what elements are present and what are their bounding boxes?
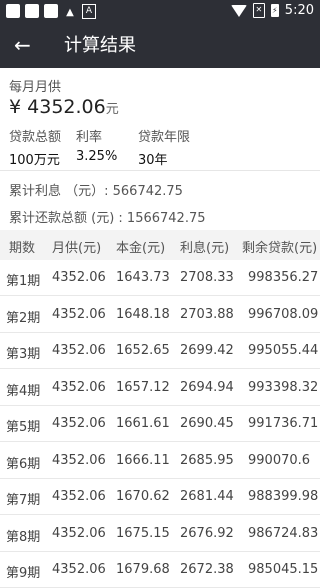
monthly-payment-value: ¥ 4352.06元 [9,96,119,118]
row-remaining: 985045.15 [248,562,319,577]
row-monthly: 4352.06 [52,306,106,322]
page-title: 计算结果 [64,35,136,56]
battery-charging-icon: ⚡ [270,4,279,17]
row-remaining: 988399.98 [248,489,319,504]
rate-label: 利率 [76,130,103,145]
row-period: 第8期 [6,529,41,545]
row-interest: 2685.95 [180,452,234,468]
row-principal: 1661.61 [116,416,170,431]
loan-years-label: 贷款年限 [138,130,191,145]
header-remaining: 剩余贷款(元) [242,241,318,256]
font-icon: A [82,4,96,19]
header-monthly: 月供(元) [52,241,102,256]
row-remaining: 998356.27 [248,270,319,285]
row-remaining: 996708.09 [248,306,319,322]
row-interest: 2699.42 [180,343,234,358]
notification-icons: ▲ A [6,4,96,19]
table-row: 第3期 4352.06 1652.65 2699.42 995055.44 [0,333,320,369]
row-principal: 1679.68 [116,562,170,577]
row-monthly: 4352.06 [52,343,106,358]
row-period: 第7期 [6,493,41,508]
row-monthly: 4352.06 [52,379,106,395]
row-principal: 1657.12 [116,379,170,395]
row-principal: 1666.11 [116,452,170,468]
table-row: 第5期 4352.06 1661.61 2690.45 991736.71 [0,406,320,442]
row-remaining: 993398.32 [248,379,319,395]
back-arrow-icon[interactable]: ← [14,34,31,56]
table-row: 第4期 4352.06 1657.12 2694.94 993398.32 [0,370,320,406]
table-row: 第8期 4352.06 1675.15 2676.92 986724.83 [0,516,320,552]
row-monthly: 4352.06 [52,270,106,285]
header-principal: 本金(元) [116,241,166,256]
row-principal: 1643.73 [116,270,170,285]
row-interest: 2676.92 [180,525,234,541]
row-principal: 1675.15 [116,525,170,541]
status-bar: ▲ A ✕ ⚡ 5:20 [0,0,320,24]
row-period: 第1期 [6,274,41,289]
row-interest: 2703.88 [180,306,234,322]
row-remaining: 991736.71 [248,416,319,431]
total-repayment: 累计还款总额 (元) : 1566742.75 [9,211,206,226]
monthly-payment-label: 每月月供 [9,80,62,95]
row-principal: 1652.65 [116,343,170,358]
row-remaining: 986724.83 [248,525,319,541]
loan-total-value: 100万元 [9,153,60,168]
notification-icon [6,4,20,18]
monthly-payment-unit: 元 [105,102,119,117]
table-row: 第1期 4352.06 1643.73 2708.33 998356.27 [0,260,320,296]
row-monthly: 4352.06 [52,489,106,504]
notification-icon [25,4,39,18]
image-icon: ▲ [66,7,74,18]
notification-icon [44,4,58,18]
loan-total-label: 贷款总额 [9,130,62,145]
row-principal: 1648.18 [116,306,170,322]
row-interest: 2681.44 [180,489,234,504]
row-monthly: 4352.06 [52,562,106,577]
status-time: 5:20 [284,3,314,18]
row-principal: 1670.62 [116,489,170,504]
total-interest: 累计利息 （元）: 566742.75 [9,184,183,199]
table-header: 期数 月供(元) 本金(元) 利息(元) 剩余贷款(元) [0,230,320,260]
row-interest: 2708.33 [180,270,234,285]
row-interest: 2694.94 [180,379,234,395]
row-period: 第4期 [6,383,41,399]
row-period: 第3期 [6,347,41,362]
row-interest: 2690.45 [180,416,234,431]
currency-symbol: ¥ [9,96,22,118]
row-period: 第9期 [6,566,41,581]
divider [0,170,320,171]
row-period: 第6期 [6,456,41,472]
row-monthly: 4352.06 [52,525,106,541]
table-row: 第6期 4352.06 1666.11 2685.95 990070.6 [0,443,320,479]
wifi-icon [230,4,247,17]
system-icons: ✕ ⚡ 5:20 [230,3,314,18]
table-row: 第9期 4352.06 1679.68 2672.38 985045.15 [0,552,320,588]
no-sim-icon: ✕ [252,3,265,18]
row-period: 第2期 [6,310,41,326]
app-bar: ← 计算结果 [0,24,320,68]
table-row: 第2期 4352.06 1648.18 2703.88 996708.09 [0,297,320,333]
loan-years-value: 30年 [138,153,168,168]
header-interest: 利息(元) [180,241,230,256]
row-monthly: 4352.06 [52,452,106,468]
monthly-payment-amount: 4352.06 [27,96,106,118]
row-monthly: 4352.06 [52,416,106,431]
row-remaining: 990070.6 [248,452,311,468]
row-period: 第5期 [6,420,41,435]
rate-value: 3.25% [76,149,118,164]
row-interest: 2672.38 [180,562,234,577]
row-remaining: 995055.44 [248,343,319,358]
table-row: 第7期 4352.06 1670.62 2681.44 988399.98 [0,479,320,515]
header-period: 期数 [9,241,36,256]
